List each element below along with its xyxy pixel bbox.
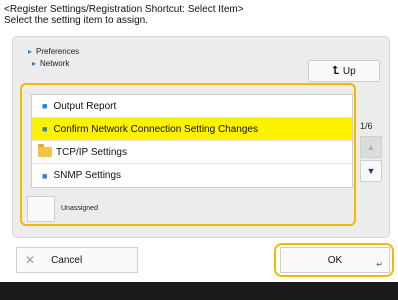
scroll-up-button[interactable]: ▲ — [360, 136, 382, 158]
setting-bullet-icon: ■ — [42, 101, 48, 111]
up-arrow-icon: ⮤ — [332, 64, 339, 77]
breadcrumb-level-2-label: Network — [40, 59, 70, 68]
up-button-label: Up — [342, 65, 356, 77]
bullet-icon: ▸ — [32, 59, 37, 68]
enter-icon: ↵ — [376, 260, 383, 269]
settings-list: ■ Output Report ■ Confirm Network Connec… — [31, 94, 353, 188]
list-item-label: Output Report — [53, 100, 117, 112]
header: <Register Settings/Registration Shortcut… — [4, 4, 396, 26]
breadcrumb: ▸ Preferences ▸ Network — [28, 46, 79, 70]
page-indicator: 1/6 — [360, 121, 373, 131]
screen-title: <Register Settings/Registration Shortcut… — [4, 4, 244, 15]
unassigned-button[interactable] — [27, 196, 55, 222]
list-item-snmp-settings[interactable]: ■ SNMP Settings — [32, 164, 352, 187]
instruction-text: Select the setting item to assign. — [4, 15, 148, 26]
cancel-button-label: Cancel — [51, 254, 83, 266]
breadcrumb-level-2: ▸ Network — [28, 58, 79, 70]
cancel-button[interactable]: ✕ Cancel — [16, 247, 138, 273]
list-item-label: SNMP Settings — [53, 170, 122, 181]
list-item-tcpip-settings[interactable]: TCP/IP Settings — [32, 141, 352, 164]
setting-bullet-icon: ■ — [42, 124, 48, 134]
bottom-status-bar — [0, 282, 398, 300]
ok-button-label: OK — [327, 254, 343, 266]
list-item-label: TCP/IP Settings — [56, 146, 127, 158]
list-item-output-report[interactable]: ■ Output Report — [32, 95, 352, 118]
close-icon: ✕ — [25, 253, 36, 267]
list-item-confirm-network-connection[interactable]: ■ Confirm Network Connection Setting Cha… — [32, 118, 352, 141]
up-button[interactable]: ⮤ Up — [308, 60, 380, 82]
bullet-icon: ▸ — [28, 47, 33, 56]
breadcrumb-level-1-label: Preferences — [36, 47, 80, 56]
scroll-down-button[interactable]: ▼ — [360, 160, 382, 182]
unassigned-label: Unassigned — [61, 205, 98, 212]
breadcrumb-level-1: ▸ Preferences — [28, 46, 79, 58]
list-item-label: Confirm Network Connection Setting Chang… — [53, 123, 258, 135]
folder-icon — [38, 144, 52, 157]
ok-button[interactable]: OK ↵ — [280, 247, 390, 273]
setting-bullet-icon: ■ — [42, 170, 48, 181]
triangle-down-icon: ▼ — [366, 166, 376, 176]
triangle-up-icon: ▲ — [366, 142, 376, 152]
